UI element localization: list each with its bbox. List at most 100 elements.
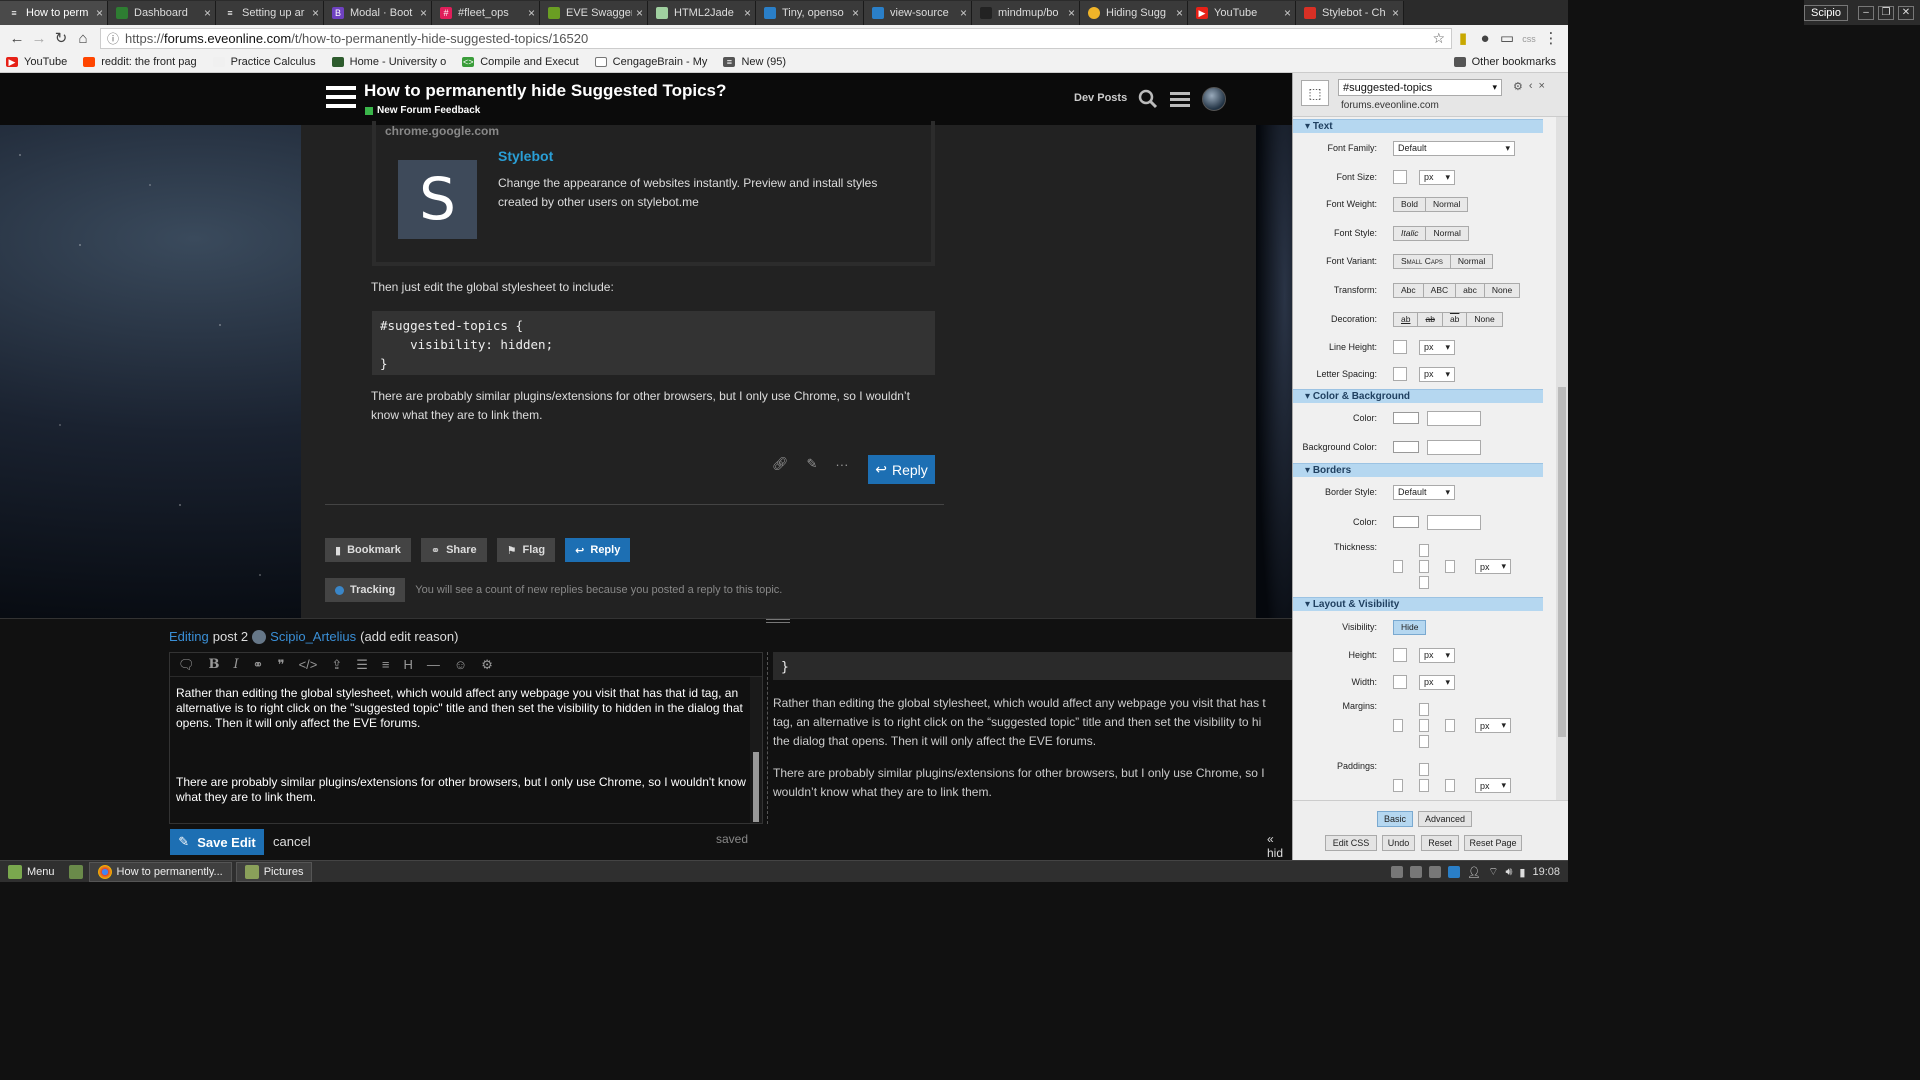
tab-2[interactable]: ≡ Setting up ar ×	[216, 1, 324, 25]
site-logo-icon[interactable]	[326, 86, 356, 110]
battery-icon[interactable]: ▮	[1519, 866, 1525, 879]
user-avatar[interactable]	[1202, 87, 1226, 111]
none-toggle[interactable]: None	[1466, 311, 1503, 327]
link-icon[interactable]: ⚭	[253, 657, 264, 673]
border-top-input[interactable]	[1419, 544, 1429, 557]
margin-unit-select[interactable]: px	[1475, 718, 1511, 733]
panel-scrollbar[interactable]	[1556, 117, 1568, 800]
tab-1[interactable]: Dashboard ×	[108, 1, 216, 25]
info-icon[interactable]: ⓘ	[107, 30, 119, 47]
bookmark-calculus[interactable]: Practice Calculus	[212, 56, 316, 68]
discord-icon[interactable]	[1429, 866, 1442, 878]
minimize-icon[interactable]: –	[1858, 5, 1874, 20]
width-unit-select[interactable]: px	[1419, 674, 1455, 690]
font-size-input[interactable]	[1393, 170, 1407, 184]
address-bar[interactable]: ⓘ https://forums.eveonline.com/t/how-to-…	[100, 28, 1452, 49]
border-color-input[interactable]	[1427, 514, 1481, 530]
margin-center-input[interactable]	[1419, 719, 1429, 732]
scrollbar-thumb[interactable]	[1558, 387, 1566, 737]
bold-toggle[interactable]: Bold	[1393, 196, 1427, 212]
hide-preview-link[interactable]: « hid	[1267, 832, 1292, 860]
onebox-title[interactable]: Stylebot	[498, 148, 553, 164]
tab-12[interactable]: Stylebot - Ch ×	[1296, 1, 1404, 25]
menu-icon[interactable]: ⋮	[1540, 29, 1562, 49]
tab-9[interactable]: mindmup/bo ×	[972, 1, 1080, 25]
star-icon[interactable]: ☆	[1432, 30, 1445, 47]
padding-unit-select[interactable]: px	[1475, 778, 1511, 793]
tab-4[interactable]: # #fleet_ops ×	[432, 1, 540, 25]
letter-spacing-input[interactable]	[1393, 367, 1407, 381]
stylebot-icon[interactable]: css	[1518, 29, 1540, 49]
save-edit-button[interactable]: ✎ Save Edit	[170, 829, 264, 855]
hide-toggle[interactable]: Hide	[1393, 619, 1427, 635]
border-style-select[interactable]: Default	[1393, 484, 1455, 500]
bold-icon[interactable]: B	[209, 657, 220, 672]
border-left-input[interactable]	[1393, 560, 1403, 573]
gear-icon[interactable]: ⚙	[481, 657, 493, 673]
folder-icon[interactable]	[1410, 866, 1423, 878]
heading-icon[interactable]: H	[404, 657, 413, 672]
cancel-link[interactable]: cancel	[273, 834, 311, 849]
reply-footer-button[interactable]: ↩ Reply	[565, 538, 631, 562]
editor-scrollbar[interactable]	[750, 677, 762, 823]
width-input[interactable]	[1393, 675, 1407, 689]
close-icon[interactable]: ×	[636, 6, 643, 20]
italic-icon[interactable]: I	[234, 657, 239, 672]
none-toggle[interactable]: None	[1483, 282, 1521, 298]
desktop-icon[interactable]	[68, 864, 83, 879]
wifi-icon[interactable]: ⌔	[1488, 865, 1498, 879]
reset-button[interactable]: Reset	[1421, 835, 1459, 851]
bookmark-youtube[interactable]: ▶ YouTube	[6, 56, 67, 68]
reply-button[interactable]: ↩ Reply	[868, 455, 935, 484]
section-layout-visibility[interactable]: ▾ Layout & Visibility	[1293, 597, 1543, 611]
small-caps-toggle[interactable]: Small Caps	[1393, 253, 1451, 269]
letter-spacing-unit-select[interactable]: px	[1419, 366, 1455, 382]
link-icon[interactable]: 🔗︎	[772, 456, 789, 472]
section-text[interactable]: ▾ Text	[1293, 119, 1543, 133]
border-bottom-input[interactable]	[1419, 576, 1429, 589]
maximize-icon[interactable]: ❐	[1878, 5, 1894, 20]
chevron-left-icon[interactable]: ‹	[1529, 80, 1533, 93]
code-icon[interactable]: </>	[299, 657, 318, 672]
tab-8[interactable]: view-source ×	[864, 1, 972, 25]
padding-center-input[interactable]	[1419, 779, 1429, 792]
bookmark-new[interactable]: ≡ New (95)	[723, 56, 786, 68]
tab-3[interactable]: B Modal · Boot ×	[324, 1, 432, 25]
tab-7[interactable]: Tiny, openso ×	[756, 1, 864, 25]
bookmark-cengage[interactable]: CengageBrain - My	[594, 56, 707, 68]
background-color-swatch[interactable]	[1393, 441, 1419, 453]
close-icon[interactable]: ×	[312, 6, 319, 20]
close-icon[interactable]: ×	[1284, 6, 1291, 20]
close-icon[interactable]: ×	[852, 6, 859, 20]
margin-bottom-input[interactable]	[1419, 735, 1429, 748]
advanced-mode-button[interactable]: Advanced	[1418, 811, 1472, 827]
italic-toggle[interactable]: Italic	[1393, 225, 1427, 241]
normal-toggle[interactable]: Normal	[1425, 196, 1469, 212]
padding-right-input[interactable]	[1445, 779, 1455, 792]
close-icon[interactable]: ×	[1176, 6, 1183, 20]
editor-textarea[interactable]: Rather than editing the global styleshee…	[176, 686, 748, 849]
forward-icon[interactable]: →	[28, 29, 50, 49]
hamburger-icon[interactable]	[1170, 91, 1190, 107]
section-borders[interactable]: ▾ Borders	[1293, 463, 1543, 477]
vscode-icon[interactable]	[1448, 866, 1461, 878]
normal-toggle[interactable]: Normal	[1425, 225, 1469, 241]
taskbar-window-chrome[interactable]: How to permanently...	[88, 861, 232, 882]
composer-resize-handle[interactable]	[766, 619, 790, 623]
strikethrough-toggle[interactable]: ab	[1417, 311, 1443, 327]
tab-5[interactable]: EVE Swagger ×	[540, 1, 648, 25]
scrollbar-thumb[interactable]	[753, 752, 759, 822]
emoji-icon[interactable]: ☺	[454, 657, 467, 672]
blockquote-icon[interactable]: ❞	[278, 657, 285, 673]
bookmark-compile[interactable]: <> Compile and Execut	[462, 56, 579, 68]
normal-toggle[interactable]: Normal	[1449, 253, 1494, 269]
clock[interactable]: 19:08	[1532, 866, 1560, 878]
edit-reason-link[interactable]: (add edit reason)	[360, 629, 458, 644]
onebox-source[interactable]: chrome.google.com	[385, 124, 499, 138]
search-icon[interactable]	[1138, 89, 1158, 109]
height-input[interactable]	[1393, 648, 1407, 662]
basic-mode-button[interactable]: Basic	[1377, 811, 1413, 827]
close-icon[interactable]: ×	[420, 6, 427, 20]
padding-top-input[interactable]	[1419, 763, 1429, 776]
close-window-icon[interactable]: ✕	[1898, 5, 1914, 20]
